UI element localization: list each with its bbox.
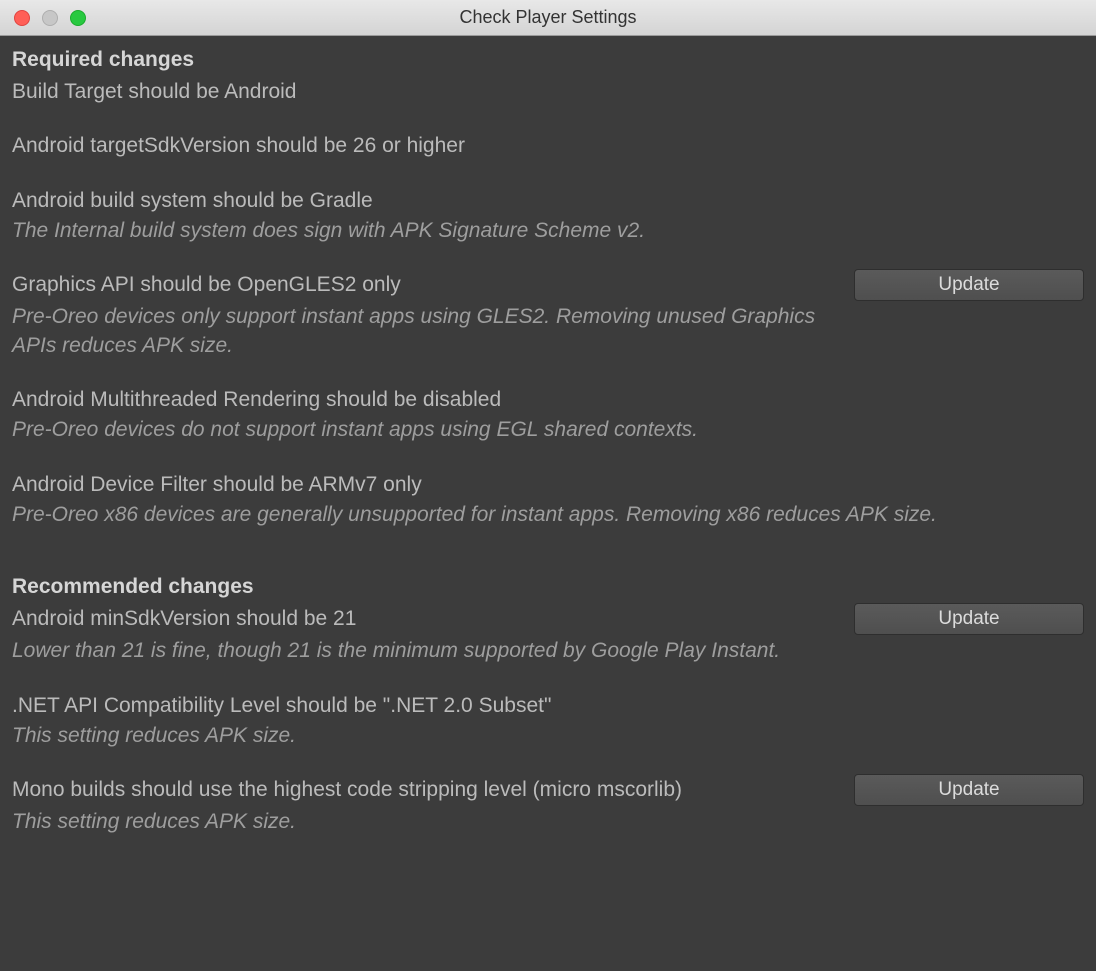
setting-title: Android Multithreaded Rendering should b… bbox=[12, 386, 1084, 414]
setting-description: The Internal build system does sign with… bbox=[12, 217, 1072, 245]
required-item-build-system: Android build system should be Gradle Th… bbox=[12, 187, 1084, 246]
setting-description: Pre-Oreo devices do not support instant … bbox=[12, 416, 1072, 444]
setting-title: Mono builds should use the highest code … bbox=[12, 776, 842, 804]
window-title: Check Player Settings bbox=[0, 7, 1096, 28]
window-titlebar: Check Player Settings bbox=[0, 0, 1096, 36]
close-icon[interactable] bbox=[14, 10, 30, 26]
setting-description: This setting reduces APK size. bbox=[12, 808, 1072, 836]
recommended-item-min-sdk: Android minSdkVersion should be 21 Updat… bbox=[12, 605, 1084, 665]
maximize-icon[interactable] bbox=[70, 10, 86, 26]
setting-description: Pre-Oreo x86 devices are generally unsup… bbox=[12, 501, 1072, 529]
setting-title: Android targetSdkVersion should be 26 or… bbox=[12, 132, 1084, 160]
required-changes-heading: Required changes bbox=[12, 48, 1084, 72]
recommended-item-code-stripping: Mono builds should use the highest code … bbox=[12, 776, 1084, 836]
setting-description: This setting reduces APK size. bbox=[12, 722, 1072, 750]
recommended-item-net-api: .NET API Compatibility Level should be "… bbox=[12, 692, 1084, 751]
setting-title: Graphics API should be OpenGLES2 only bbox=[12, 271, 842, 299]
update-button[interactable]: Update bbox=[854, 774, 1084, 806]
content-area: Required changes Build Target should be … bbox=[0, 36, 1096, 881]
required-item-target-sdk: Android targetSdkVersion should be 26 or… bbox=[12, 132, 1084, 160]
recommended-changes-heading: Recommended changes bbox=[12, 575, 1084, 599]
minimize-icon[interactable] bbox=[42, 10, 58, 26]
setting-title: .NET API Compatibility Level should be "… bbox=[12, 692, 1084, 720]
setting-title: Android Device Filter should be ARMv7 on… bbox=[12, 471, 1084, 499]
required-item-multithreaded-rendering: Android Multithreaded Rendering should b… bbox=[12, 386, 1084, 445]
update-button[interactable]: Update bbox=[854, 269, 1084, 301]
setting-description: Lower than 21 is fine, though 21 is the … bbox=[12, 637, 832, 665]
setting-title: Android build system should be Gradle bbox=[12, 187, 1084, 215]
setting-title: Android minSdkVersion should be 21 bbox=[12, 605, 842, 633]
window-controls bbox=[0, 10, 86, 26]
setting-title: Build Target should be Android bbox=[12, 78, 1084, 106]
update-button[interactable]: Update bbox=[854, 603, 1084, 635]
required-item-device-filter: Android Device Filter should be ARMv7 on… bbox=[12, 471, 1084, 530]
setting-description: Pre-Oreo devices only support instant ap… bbox=[12, 303, 832, 360]
required-item-graphics-api: Graphics API should be OpenGLES2 only Up… bbox=[12, 271, 1084, 360]
required-item-build-target: Build Target should be Android bbox=[12, 78, 1084, 106]
